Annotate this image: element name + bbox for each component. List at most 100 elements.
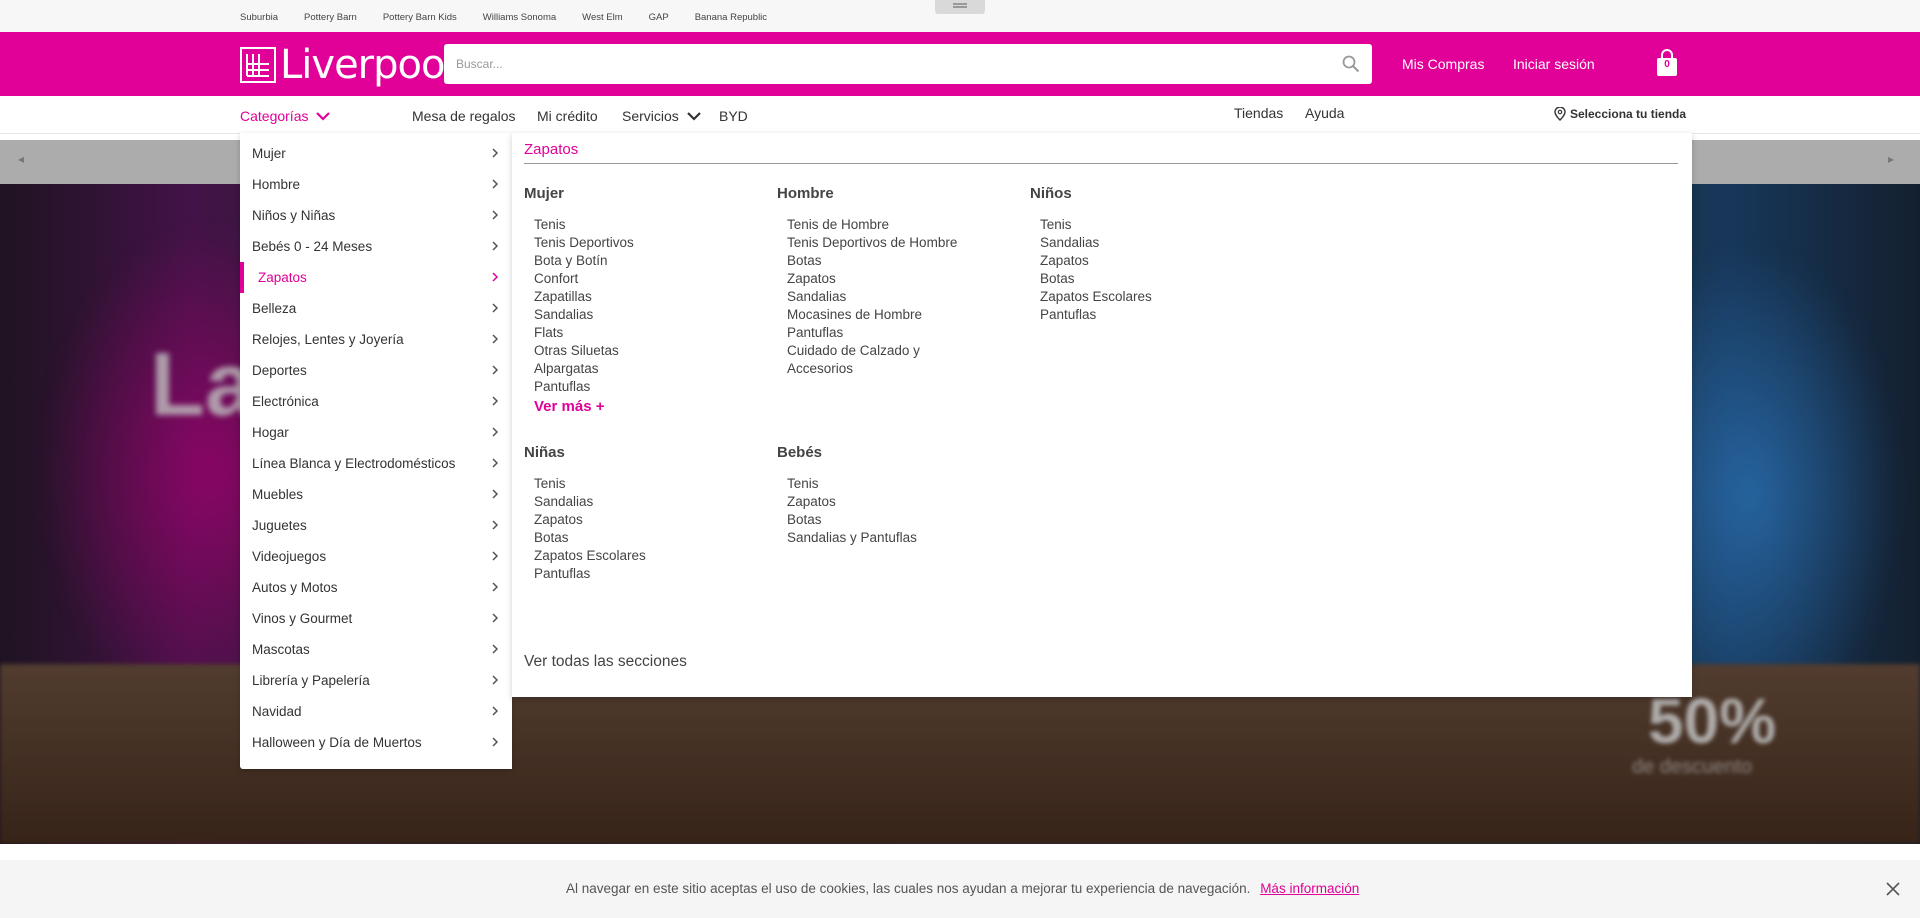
chevron-right-icon bbox=[492, 489, 499, 499]
category-item[interactable]: Belleza bbox=[240, 293, 512, 324]
category-item[interactable]: Electrónica bbox=[240, 386, 512, 417]
flyout-column: Mujer Tenis Tenis Deportivos Bota y Botín Co… bbox=[524, 185, 634, 418]
nav-mi-credito[interactable]: Mi crédito bbox=[537, 108, 598, 124]
brand-link-pottery-barn[interactable]: Pottery Barn bbox=[304, 12, 357, 23]
flyout-link[interactable]: Otras Siluetas bbox=[524, 342, 634, 360]
flyout-link[interactable]: Pantuflas bbox=[1030, 306, 1152, 324]
flyout-column-heading[interactable]: Hombre bbox=[777, 185, 957, 202]
flyout-link[interactable]: Confort bbox=[524, 270, 634, 288]
collapse-handle[interactable] bbox=[935, 0, 985, 14]
flyout-link[interactable]: Bota y Botín bbox=[524, 252, 634, 270]
nav-tiendas[interactable]: Tiendas bbox=[1234, 105, 1283, 121]
mas-informacion-link[interactable]: Más información bbox=[1260, 881, 1359, 896]
flyout-link[interactable]: Botas bbox=[777, 252, 957, 270]
brand-link-suburbia[interactable]: Suburbia bbox=[240, 12, 278, 23]
iniciar-sesion-link[interactable]: Iniciar sesión bbox=[1513, 56, 1595, 72]
category-label: Bebés 0 - 24 Meses bbox=[252, 239, 373, 254]
store-selector[interactable]: Selecciona tu tienda bbox=[1554, 107, 1686, 121]
mis-compras-link[interactable]: Mis Compras bbox=[1402, 56, 1484, 72]
flyout-link[interactable]: Zapatillas bbox=[524, 288, 634, 306]
search-input[interactable] bbox=[444, 44, 1372, 84]
category-item[interactable]: Autos y Motos bbox=[240, 572, 512, 603]
flyout-link[interactable]: Flats bbox=[524, 324, 634, 342]
nav-byd[interactable]: BYD bbox=[719, 108, 748, 124]
brand-link-west-elm[interactable]: West Elm bbox=[582, 12, 622, 23]
flyout-link[interactable]: Pantuflas bbox=[777, 324, 957, 342]
category-label: Deportes bbox=[252, 363, 307, 378]
category-item[interactable]: Hogar bbox=[240, 417, 512, 448]
categorias-toggle[interactable]: Categorías bbox=[240, 108, 331, 124]
category-item[interactable]: Navidad bbox=[240, 696, 512, 727]
category-item[interactable]: Muebles bbox=[240, 479, 512, 510]
category-label: Videojuegos bbox=[252, 549, 327, 564]
flyout-link[interactable]: Accesorios bbox=[777, 360, 957, 378]
nav-ayuda[interactable]: Ayuda bbox=[1305, 105, 1344, 121]
category-item[interactable]: Vinos y Gourmet bbox=[240, 603, 512, 634]
flyout-link[interactable]: Sandalias y Pantuflas bbox=[777, 529, 917, 547]
search-icon[interactable] bbox=[1342, 55, 1360, 73]
category-item[interactable]: Videojuegos bbox=[240, 541, 512, 572]
category-item[interactable]: Librería y Papelería bbox=[240, 665, 512, 696]
category-item[interactable]: Zapatos bbox=[240, 262, 512, 293]
flyout-link[interactable]: Tenis de Hombre bbox=[777, 216, 957, 234]
cart-button[interactable]: 0 bbox=[1656, 49, 1678, 77]
flyout-link[interactable]: Zapatos bbox=[1030, 252, 1152, 270]
brand-link-gap[interactable]: GAP bbox=[649, 12, 669, 23]
category-item[interactable]: Mascotas bbox=[240, 634, 512, 665]
categorias-label: Categorías bbox=[240, 108, 309, 124]
flyout-link[interactable]: Zapatos bbox=[524, 511, 646, 529]
flyout-link[interactable]: Sandalias bbox=[524, 306, 634, 324]
flyout-link[interactable]: Sandalias bbox=[1030, 234, 1152, 252]
flyout-link[interactable]: Zapatos bbox=[777, 493, 917, 511]
flyout-column-heading[interactable]: Niños bbox=[1030, 185, 1152, 202]
flyout-column-heading[interactable]: Mujer bbox=[524, 185, 634, 202]
ver-todas-secciones-link[interactable]: Ver todas las secciones bbox=[524, 653, 687, 671]
flyout-link[interactable]: Tenis bbox=[1030, 216, 1152, 234]
category-item[interactable]: Hombre bbox=[240, 169, 512, 200]
category-item[interactable]: Halloween y Día de Muertos bbox=[240, 727, 512, 758]
flyout-link[interactable]: Zapatos bbox=[777, 270, 957, 288]
liverpool-logo[interactable]: Liverpool ® bbox=[240, 42, 460, 88]
flyout-title[interactable]: Zapatos bbox=[524, 141, 578, 158]
category-label: Línea Blanca y Electrodomésticos bbox=[252, 456, 456, 471]
category-item[interactable]: Línea Blanca y Electrodomésticos bbox=[240, 448, 512, 479]
category-item[interactable]: Juguetes bbox=[240, 510, 512, 541]
ver-mas-link[interactable]: Ver más + bbox=[524, 396, 634, 418]
flyout-link[interactable]: Tenis bbox=[524, 475, 646, 493]
brand-link-williams-sonoma[interactable]: Williams Sonoma bbox=[483, 12, 556, 23]
flyout-link[interactable]: Cuidado de Calzado y bbox=[777, 342, 957, 360]
flyout-link[interactable]: Alpargatas bbox=[524, 360, 634, 378]
flyout-link[interactable]: Zapatos Escolares bbox=[1030, 288, 1152, 306]
flyout-link[interactable]: Botas bbox=[524, 529, 646, 547]
brand-link-pottery-barn-kids[interactable]: Pottery Barn Kids bbox=[383, 12, 457, 23]
chevron-right-icon bbox=[492, 644, 499, 654]
close-icon[interactable] bbox=[1885, 881, 1901, 897]
category-item[interactable]: Mujer bbox=[240, 138, 512, 169]
flyout-link[interactable]: Botas bbox=[777, 511, 917, 529]
flyout-link[interactable]: Tenis Deportivos de Hombre bbox=[777, 234, 957, 252]
nav-mesa-regalos[interactable]: Mesa de regalos bbox=[412, 108, 516, 124]
flyout-link[interactable]: Tenis bbox=[524, 216, 634, 234]
flyout-link[interactable]: Botas bbox=[1030, 270, 1152, 288]
category-item[interactable]: Niños y Niñas bbox=[240, 200, 512, 231]
flyout-link[interactable]: Tenis bbox=[777, 475, 917, 493]
flyout-link[interactable]: Sandalias bbox=[777, 288, 957, 306]
sister-brands: Suburbia Pottery Barn Pottery Barn Kids … bbox=[240, 12, 793, 23]
carousel-prev-icon[interactable]: ◂ bbox=[18, 152, 30, 166]
category-item[interactable]: Deportes bbox=[240, 355, 512, 386]
flyout-link[interactable]: Tenis Deportivos bbox=[524, 234, 634, 252]
category-item[interactable]: Bebés 0 - 24 Meses bbox=[240, 231, 512, 262]
flyout-link[interactable]: Pantuflas bbox=[524, 378, 634, 396]
flyout-link[interactable]: Mocasines de Hombre bbox=[777, 306, 957, 324]
chevron-right-icon bbox=[492, 613, 499, 623]
flyout-column: Niñas Tenis Sandalias Zapatos Botas Zapatos E… bbox=[524, 444, 646, 583]
category-item[interactable]: Relojes, Lentes y Joyería bbox=[240, 324, 512, 355]
flyout-column-heading[interactable]: Bebés bbox=[777, 444, 917, 461]
flyout-link[interactable]: Pantuflas bbox=[524, 565, 646, 583]
brand-link-banana-republic[interactable]: Banana Republic bbox=[695, 12, 767, 23]
flyout-column-heading[interactable]: Niñas bbox=[524, 444, 646, 461]
carousel-next-icon[interactable]: ▸ bbox=[1888, 152, 1900, 166]
nav-servicios[interactable]: Servicios bbox=[622, 108, 701, 124]
flyout-link[interactable]: Zapatos Escolares bbox=[524, 547, 646, 565]
flyout-link[interactable]: Sandalias bbox=[524, 493, 646, 511]
